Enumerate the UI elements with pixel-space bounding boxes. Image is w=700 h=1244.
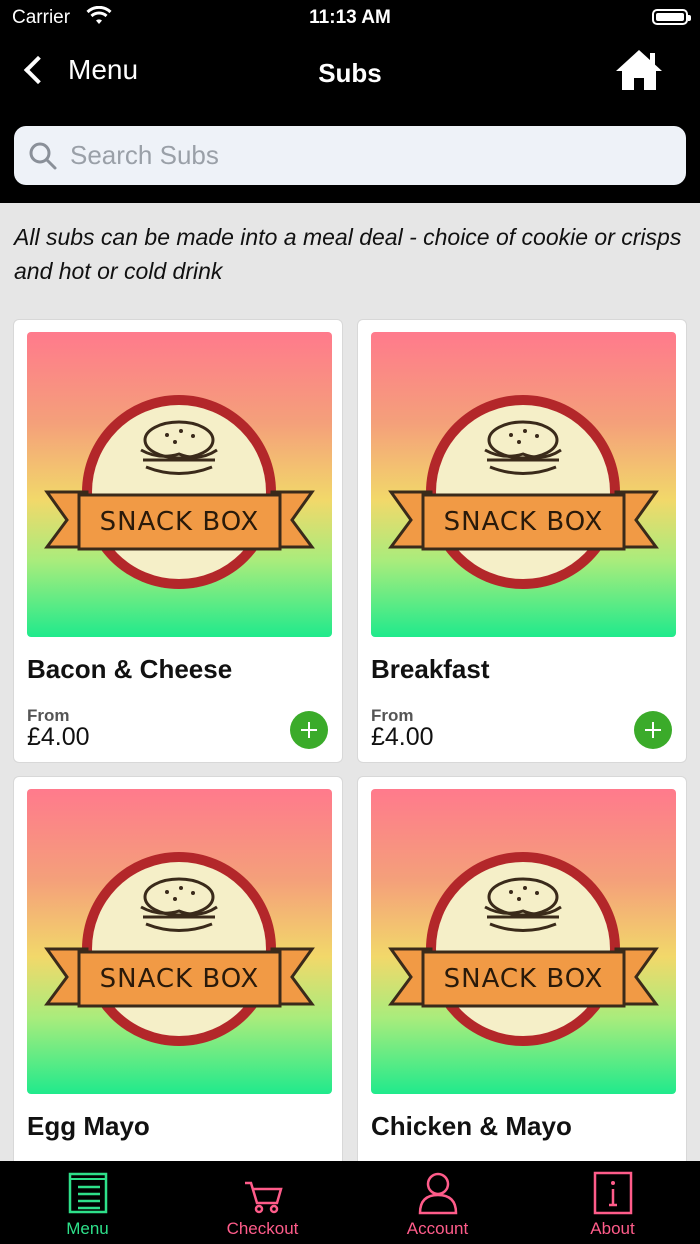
tab-label: Menu bbox=[66, 1219, 109, 1238]
product-price: £4.00 bbox=[27, 723, 90, 751]
tab-checkout[interactable]: Checkout bbox=[175, 1161, 350, 1244]
add-button[interactable] bbox=[634, 711, 672, 749]
home-icon[interactable] bbox=[614, 48, 664, 92]
product-image: SNACK BOX bbox=[27, 789, 332, 1094]
person-icon bbox=[418, 1172, 457, 1215]
product-image: SNACK BOX bbox=[371, 789, 676, 1094]
logo-text: SNACK BOX bbox=[443, 964, 604, 994]
tab-menu[interactable]: Menu bbox=[0, 1161, 175, 1244]
tab-account[interactable]: Account bbox=[350, 1161, 525, 1244]
snack-box-logo bbox=[388, 395, 659, 589]
info-icon bbox=[593, 1171, 632, 1215]
product-card[interactable]: SNACK BOX Egg Mayo From £4.00 bbox=[13, 776, 343, 1208]
add-button[interactable] bbox=[290, 711, 328, 749]
tab-bar: Menu Checkout Account About bbox=[0, 1161, 700, 1244]
search-icon bbox=[29, 142, 57, 169]
tab-label: Checkout bbox=[226, 1219, 299, 1238]
cart-icon bbox=[244, 1181, 283, 1214]
snack-box-logo bbox=[388, 852, 659, 1046]
navigation-bar: Menu Subs bbox=[0, 48, 700, 98]
logo-text: SNACK BOX bbox=[99, 507, 260, 537]
search-field[interactable] bbox=[14, 126, 686, 185]
intro-text: All subs can be made into a meal deal - … bbox=[14, 224, 682, 284]
clock: 11:13 AM bbox=[309, 7, 391, 28]
search-input[interactable] bbox=[68, 139, 672, 172]
logo-text: SNACK BOX bbox=[443, 507, 604, 537]
tab-about[interactable]: About bbox=[525, 1161, 700, 1244]
product-card[interactable]: SNACK BOX Bacon & Cheese From £4.00 bbox=[13, 319, 343, 763]
product-name: Breakfast bbox=[371, 654, 490, 684]
menu-list-icon bbox=[68, 1172, 107, 1214]
product-card[interactable]: SNACK BOX Chicken & Mayo From £4.00 bbox=[357, 776, 687, 1208]
battery-icon bbox=[652, 9, 691, 25]
product-image: SNACK BOX bbox=[371, 332, 676, 637]
product-name: Bacon & Cheese bbox=[27, 654, 233, 684]
tab-label: About bbox=[590, 1219, 635, 1238]
top-bar: Carrier 11:13 AM Menu Subs bbox=[0, 0, 700, 203]
tab-label: Account bbox=[406, 1219, 469, 1238]
product-price: £4.00 bbox=[371, 723, 434, 751]
snack-box-logo bbox=[44, 852, 315, 1046]
logo-text: SNACK BOX bbox=[99, 964, 260, 994]
snack-box-logo bbox=[44, 395, 315, 589]
status-bar: Carrier 11:13 AM bbox=[0, 0, 700, 36]
product-image: SNACK BOX bbox=[27, 332, 332, 637]
product-card[interactable]: SNACK BOX Breakfast From £4.00 bbox=[357, 319, 687, 763]
page-title: Subs bbox=[318, 58, 382, 88]
product-name: Chicken & Mayo bbox=[371, 1111, 572, 1141]
product-name: Egg Mayo bbox=[27, 1111, 150, 1141]
